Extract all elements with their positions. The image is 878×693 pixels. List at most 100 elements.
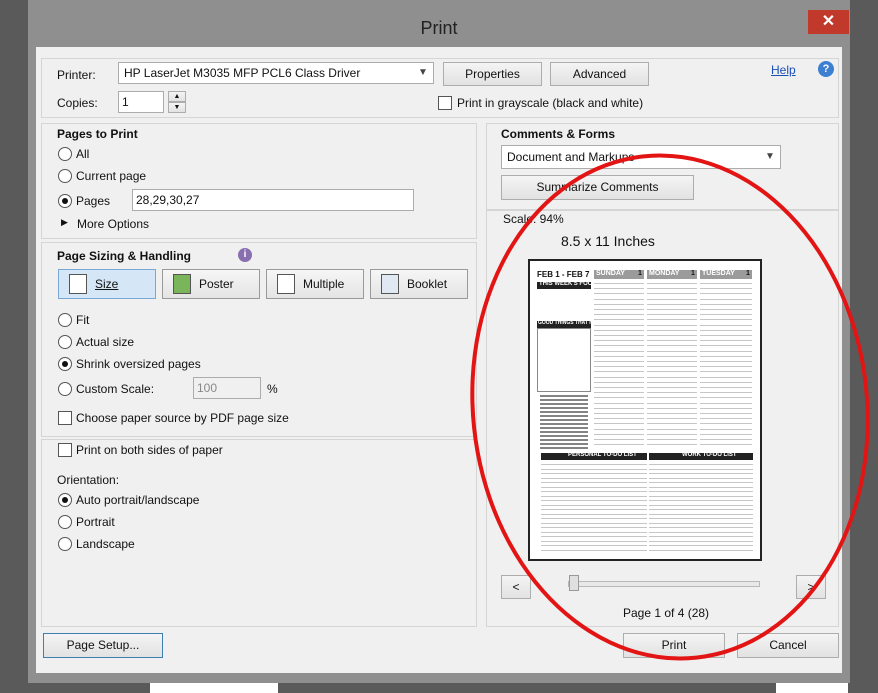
help-icon[interactable]: ? xyxy=(818,61,834,77)
preview-rule-line xyxy=(647,345,697,346)
copies-stepper-up[interactable]: ▲ xyxy=(168,91,186,102)
custom-scale-value: 100 xyxy=(197,381,218,395)
preview-day-num-1: 1 xyxy=(638,270,642,277)
preview-todo-line xyxy=(541,496,647,497)
mode-poster-button[interactable]: Poster xyxy=(162,269,260,299)
preview-rule-line xyxy=(647,434,697,435)
preview-rule-line xyxy=(700,288,752,289)
copies-input[interactable]: 1 xyxy=(118,91,164,113)
preview-rule-line xyxy=(700,397,752,398)
page-slider-thumb[interactable] xyxy=(569,575,579,591)
preview-rule-line xyxy=(647,314,697,315)
radio-current-page[interactable] xyxy=(58,169,72,183)
comments-select[interactable]: Document and Markups ▼ xyxy=(501,145,781,169)
mode-booklet-button[interactable]: Booklet xyxy=(370,269,468,299)
preview-rule-line xyxy=(594,377,644,378)
mode-poster-label: Poster xyxy=(199,277,234,291)
preview-rule-line xyxy=(594,392,644,393)
preview-rule-line xyxy=(647,423,697,424)
preview-todo-line xyxy=(541,491,647,492)
radio-custom-scale[interactable] xyxy=(58,382,72,396)
paper-source-checkbox[interactable] xyxy=(58,411,72,425)
more-options-toggle[interactable]: More Options xyxy=(77,217,149,231)
preview-todo-line xyxy=(541,545,647,546)
preview-rule-line xyxy=(700,340,752,341)
preview-rule-line xyxy=(700,356,752,357)
grayscale-checkbox[interactable] xyxy=(438,96,452,110)
preview-todo-line xyxy=(541,527,647,528)
preview-rule-line xyxy=(594,319,644,320)
preview-rule-line xyxy=(594,356,644,357)
radio-current-page-label: Current page xyxy=(76,169,147,183)
duplex-checkbox[interactable] xyxy=(58,443,72,457)
preview-todo-line xyxy=(541,505,647,506)
page-setup-button[interactable]: Page Setup... xyxy=(43,633,163,658)
preview-todo-line xyxy=(649,550,753,551)
preview-todo-line xyxy=(541,500,647,501)
page-slider[interactable] xyxy=(568,581,760,587)
custom-scale-input[interactable]: 100 xyxy=(193,377,261,399)
properties-button[interactable]: Properties xyxy=(443,62,542,86)
comments-select-value: Document and Markups xyxy=(507,150,635,164)
custom-scale-unit: % xyxy=(267,382,278,396)
mode-multiple-label: Multiple xyxy=(303,277,345,291)
preview-rule-line xyxy=(700,351,752,352)
radio-fit-label: Fit xyxy=(76,313,90,327)
expand-triangle-icon[interactable]: ▶ xyxy=(61,217,68,228)
advanced-button[interactable]: Advanced xyxy=(550,62,649,86)
close-button[interactable]: ✕ xyxy=(808,10,849,34)
page-info-text: Page 1 of 4 (28) xyxy=(623,606,710,620)
radio-pages[interactable] xyxy=(58,194,72,208)
preview-rule-line xyxy=(700,299,752,300)
preview-rule-line xyxy=(647,371,697,372)
mode-size-button[interactable]: Size xyxy=(58,269,156,299)
preview-todo-line xyxy=(649,478,753,479)
help-link[interactable]: Help xyxy=(771,63,796,77)
radio-landscape[interactable] xyxy=(58,537,72,551)
radio-landscape-label: Landscape xyxy=(76,537,135,551)
preview-rule-line xyxy=(700,309,752,310)
preview-rule-line xyxy=(647,293,697,294)
multiple-icon xyxy=(277,274,295,294)
preview-todo-line xyxy=(649,545,753,546)
preview-rule-line xyxy=(647,387,697,388)
copies-stepper-down[interactable]: ▼ xyxy=(168,102,186,113)
preview-rule-line xyxy=(647,283,697,284)
pages-range-input[interactable]: 28,29,30,27 xyxy=(132,189,414,211)
next-page-button[interactable]: > xyxy=(796,575,826,599)
preview-rule-line xyxy=(594,335,644,336)
previous-page-button[interactable]: < xyxy=(501,575,531,599)
size-icon xyxy=(69,274,87,294)
preview-rule-line xyxy=(647,408,697,409)
preview-todo-line xyxy=(649,536,753,537)
radio-shrink-oversized[interactable] xyxy=(58,357,72,371)
preview-rule-line xyxy=(700,361,752,362)
preview-rule-line xyxy=(647,351,697,352)
preview-rule-line xyxy=(700,403,752,404)
preview-todo-line xyxy=(649,469,753,470)
preview-rule-line xyxy=(647,397,697,398)
mode-multiple-button[interactable]: Multiple xyxy=(266,269,364,299)
preview-rule-line xyxy=(647,418,697,419)
radio-all[interactable] xyxy=(58,147,72,161)
summarize-comments-button[interactable]: Summarize Comments xyxy=(501,175,694,200)
window-title: Print xyxy=(28,0,850,42)
preview-todo-line xyxy=(649,509,753,510)
radio-auto-orientation[interactable] xyxy=(58,493,72,507)
print-button[interactable]: Print xyxy=(623,633,725,658)
info-icon[interactable]: i xyxy=(238,248,252,262)
preview-rule-line xyxy=(594,314,644,315)
preview-todo-line xyxy=(541,482,647,483)
radio-fit[interactable] xyxy=(58,313,72,327)
preview-rule-line xyxy=(594,351,644,352)
preview-todo-line xyxy=(649,482,753,483)
preview-rule-line xyxy=(700,439,752,440)
radio-actual-size[interactable] xyxy=(58,335,72,349)
radio-portrait[interactable] xyxy=(58,515,72,529)
printer-select[interactable]: HP LaserJet M3035 MFP PCL6 Class Driver … xyxy=(118,62,434,84)
preview-todo-line xyxy=(649,514,753,515)
preview-rule-line xyxy=(594,413,644,414)
preview-rule-line xyxy=(647,309,697,310)
cancel-button[interactable]: Cancel xyxy=(737,633,839,658)
preview-rule-line xyxy=(594,330,644,331)
